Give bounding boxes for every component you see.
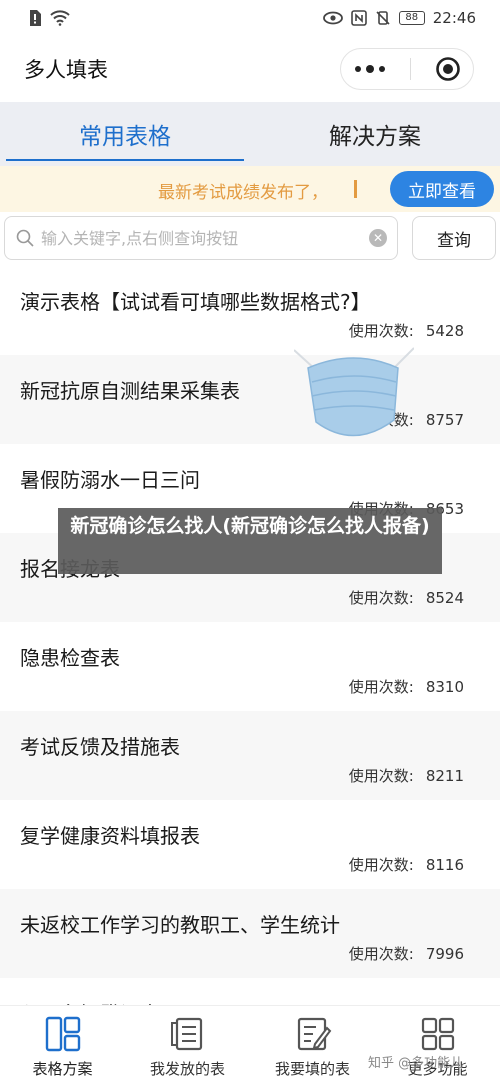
nfc-icon <box>350 10 367 26</box>
list-item-count: 使用次数: 5428 <box>349 320 464 341</box>
watermark: 知乎 @多功能儿 <box>368 1056 464 1071</box>
search-input[interactable] <box>35 217 369 259</box>
form-list: 演示表格【试试看可填哪些数据格式?】 使用次数: 5428 新冠抗原自测结果采集表… <box>0 266 500 1006</box>
notice-text: 最新考试成绩发布了， <box>158 183 328 203</box>
count-value: 8524 <box>425 589 464 607</box>
battery-indicator: 88 <box>398 11 425 25</box>
count-value: 8310 <box>425 678 464 696</box>
edit-form-icon <box>297 1017 331 1051</box>
bottom-nav-label: 我发放的表 <box>149 1060 225 1078</box>
status-bar: 88 22:46 <box>0 0 500 36</box>
list-item-title: 新冠抗原自测结果采集表 <box>20 379 240 403</box>
list-item[interactable]: 入厂车辆登记表 <box>0 978 500 1006</box>
status-right: 88 22:46 <box>322 9 476 27</box>
list-item-count: 使用次数: 8116 <box>349 854 464 875</box>
count-value: 5428 <box>425 322 464 340</box>
list-item-count: 使用次数: 8211 <box>349 765 464 786</box>
apps-grid-icon <box>421 1017 454 1051</box>
list-item-count: 使用次数: 8310 <box>349 676 464 697</box>
sim-alert-icon <box>30 10 41 26</box>
list-item[interactable]: 演示表格【试试看可填哪些数据格式?】 使用次数: 5428 <box>0 266 500 355</box>
list-item-title: 考试反馈及措施表 <box>20 735 180 759</box>
view-now-button[interactable]: 立即查看 <box>390 171 494 207</box>
notice-marker-icon <box>354 180 357 198</box>
count-label: 使用次数: <box>348 856 414 874</box>
list-item-title: 演示表格【试试看可填哪些数据格式?】 <box>20 290 371 314</box>
status-left <box>28 9 70 27</box>
count-label: 使用次数: <box>348 767 414 785</box>
count-value: 8116 <box>425 856 464 874</box>
search-box: ✕ <box>4 216 398 260</box>
list-item[interactable]: 新冠抗原自测结果采集表 使用次数:8757 <box>0 355 500 444</box>
clear-icon[interactable]: ✕ <box>369 229 387 247</box>
list-item[interactable]: 复学健康资料填报表 使用次数: 8116 <box>0 800 500 889</box>
count-value: 7996 <box>425 945 464 963</box>
status-time: 22:46 <box>432 9 476 27</box>
count-label: 使用次数: <box>348 678 414 696</box>
tab-common-forms[interactable]: 常用表格 <box>0 102 250 166</box>
search-icon <box>16 229 34 247</box>
mini-program-capsule <box>340 48 474 90</box>
list-item-count: 使用次数: 8524 <box>349 587 464 608</box>
list-item-title: 复学健康资料填报表 <box>20 824 200 848</box>
bottom-nav-forms[interactable]: 表格方案 <box>0 1006 125 1083</box>
bottom-nav-label: 我要填的表 <box>274 1060 350 1078</box>
capsule-divider <box>410 58 412 80</box>
list-item-title: 暑假防溺水一日三问 <box>20 468 200 492</box>
more-dots-icon[interactable] <box>353 64 387 74</box>
list-item[interactable]: 考试反馈及措施表 使用次数: 8211 <box>0 711 500 800</box>
search-row: ✕ 查询 <box>0 212 500 264</box>
vibrate-icon <box>376 11 390 25</box>
face-mask-image <box>294 347 414 437</box>
list-item[interactable]: 隐患检查表 使用次数: 8310 <box>0 622 500 711</box>
tab-bar: 常用表格 解决方案 <box>0 102 500 166</box>
list-item-title: 隐患检查表 <box>20 646 120 670</box>
list-item-title: 未返校工作学习的教职工、学生统计 <box>20 913 340 937</box>
bottom-nav-distributed[interactable]: 我发放的表 <box>125 1006 250 1083</box>
wifi-icon <box>50 10 70 26</box>
list-item-count: 使用次数: 7996 <box>349 943 464 964</box>
target-icon[interactable] <box>435 56 461 82</box>
search-button[interactable]: 查询 <box>412 216 496 260</box>
caption-overlay: 新冠确诊怎么找人(新冠确诊怎么找人报备) <box>58 508 442 574</box>
grid-table-icon <box>45 1016 80 1052</box>
count-value: 8211 <box>425 767 464 785</box>
count-label: 使用次数: <box>348 322 414 340</box>
bottom-nav-more[interactable]: 更多功能 <box>375 1006 500 1083</box>
count-label: 使用次数: <box>348 945 414 963</box>
count-label: 使用次数: <box>348 589 414 607</box>
count-value: 8757 <box>425 411 464 429</box>
notice-banner: 最新考试成绩发布了， 立即查看 <box>0 166 500 212</box>
list-item[interactable]: 未返校工作学习的教职工、学生统计 使用次数: 7996 <box>0 889 500 978</box>
page-title: 多人填表 <box>24 58 108 82</box>
eye-icon <box>322 11 343 25</box>
bottom-nav: 表格方案 我发放的表 我要填的表 更多功能 <box>0 1005 500 1083</box>
bottom-nav-to-fill[interactable]: 我要填的表 <box>250 1006 375 1083</box>
document-list-icon <box>170 1017 202 1051</box>
nav-bar: 多人填表 <box>0 36 500 102</box>
bottom-nav-label: 表格方案 <box>32 1060 93 1078</box>
tab-solutions[interactable]: 解决方案 <box>250 102 500 166</box>
